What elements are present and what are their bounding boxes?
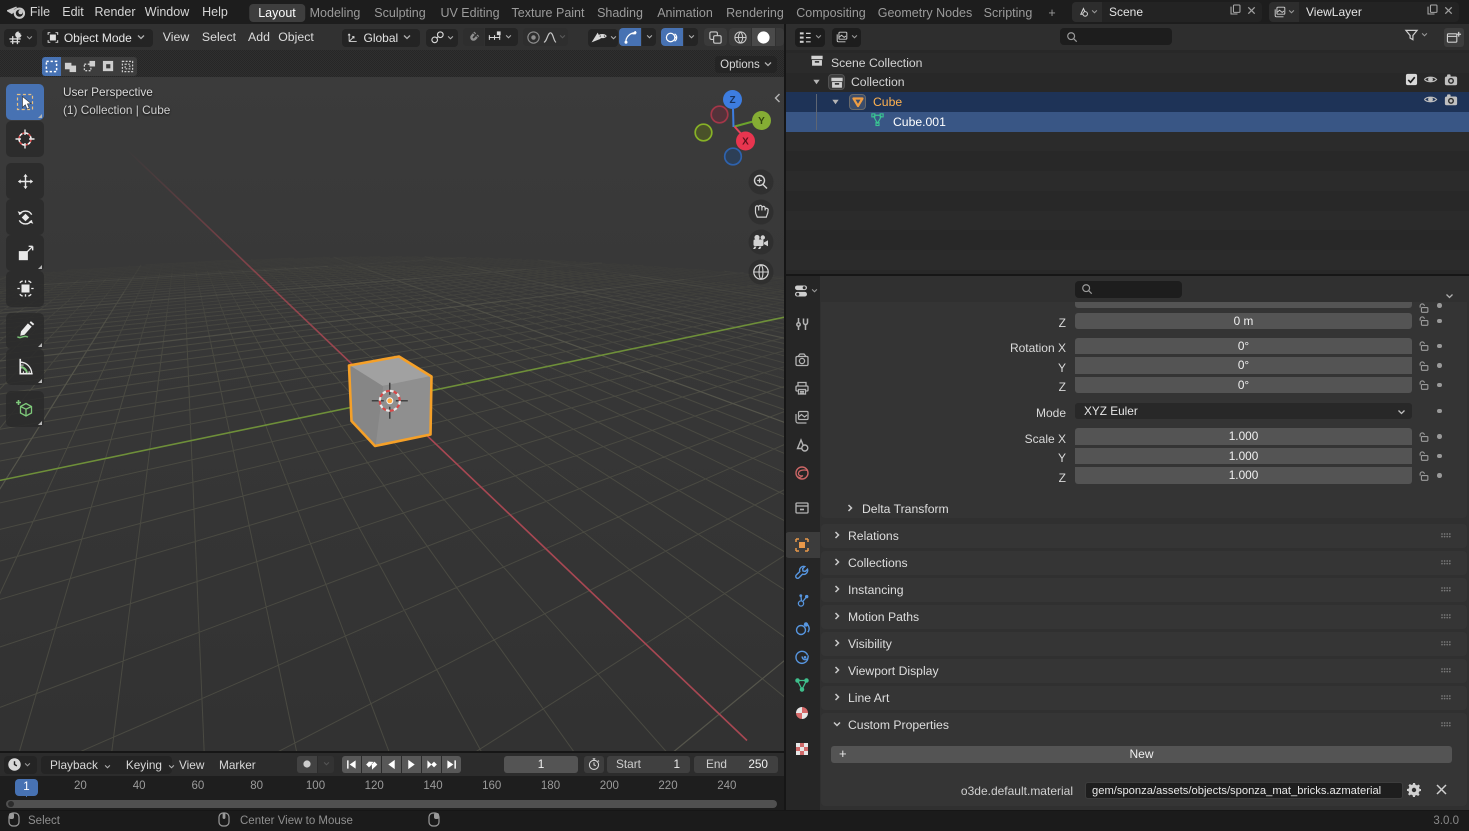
svg-text:Z: Z	[729, 95, 735, 106]
svg-text:Y: Y	[758, 116, 765, 127]
svg-text:X: X	[742, 137, 749, 148]
